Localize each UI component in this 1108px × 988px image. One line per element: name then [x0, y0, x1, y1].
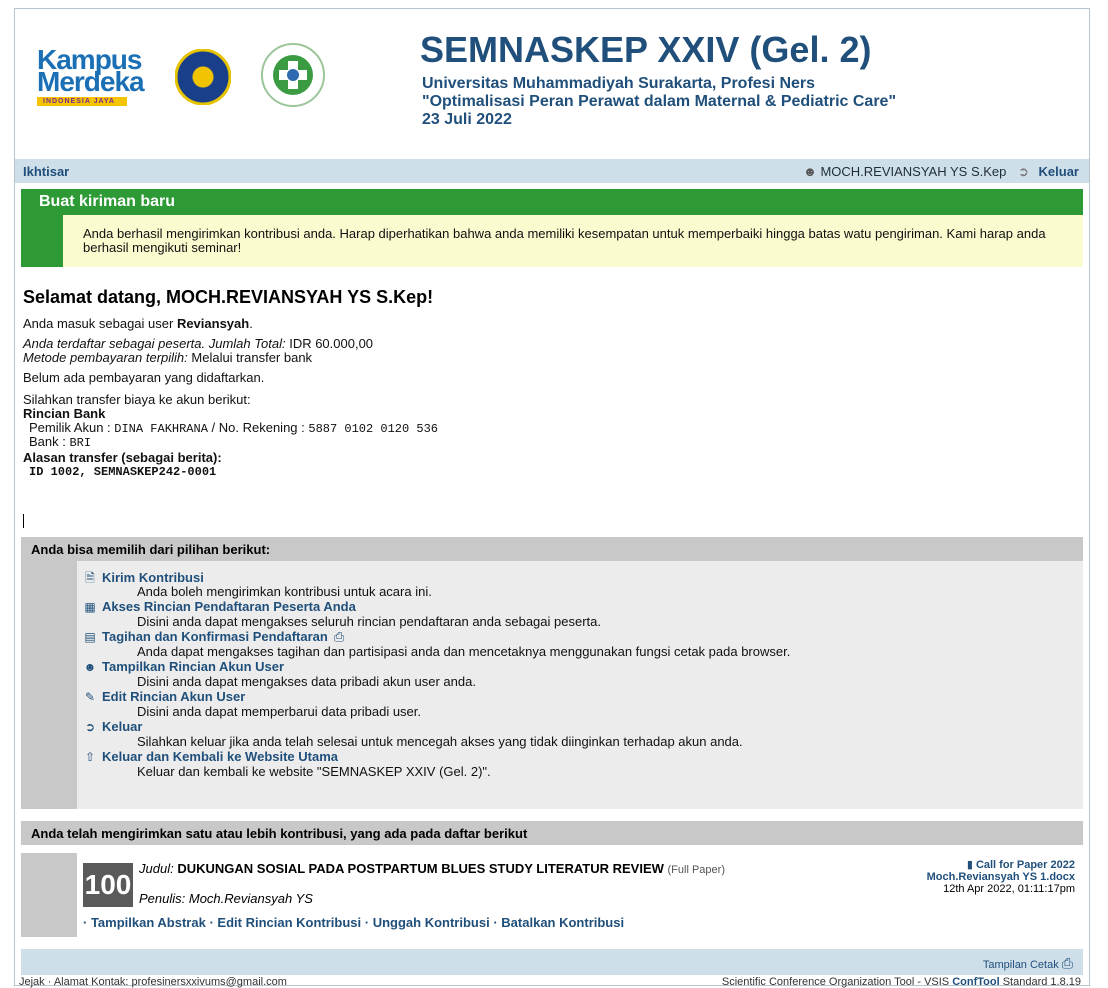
submissions-heading: Anda telah mengirimkan satu atau lebih k…: [21, 821, 1083, 845]
banner-title: Buat kiriman baru: [39, 193, 176, 210]
payment-method: Metode pembayaran terpilih: Melalui tran…: [23, 350, 313, 365]
submission-track[interactable]: Call for Paper 2022: [976, 859, 1075, 871]
submission-item: 100 Judul: DUKUNGAN SOSIAL PADA POSTPART…: [77, 853, 1083, 937]
submission-title-line: Judul: DUKUNGAN SOSIAL PADA POSTPARTUM B…: [139, 861, 725, 876]
submission-file-link[interactable]: Moch.Reviansyah YS 1.docx: [927, 871, 1075, 883]
current-user-name: MOCH.REVIANSYAH YS S.Kep: [820, 164, 1007, 179]
submission-id-badge: 100: [83, 863, 133, 907]
submissions-panel: 100 Judul: DUKUNGAN SOSIAL PADA POSTPART…: [21, 853, 1083, 937]
registration-total: Anda terdaftar sebagai peserta. Jumlah T…: [23, 336, 374, 351]
user-edit-icon: ✎: [84, 690, 96, 704]
home-exit-icon: ⇧: [84, 750, 96, 764]
print-icon[interactable]: ⎙: [334, 629, 344, 644]
header: Kampus Merdeka INDONESIA JAYA SEMNASKEP …: [15, 9, 1089, 159]
top-nav-bar: Ikhtisar ☻ MOCH.REVIANSYAH YS S.Kep ➲ Ke…: [15, 159, 1089, 183]
user-info: ☻ MOCH.REVIANSYAH YS S.Kep ➲ Keluar: [803, 164, 1079, 180]
login-username: Reviansyah: [176, 316, 250, 331]
new-submission-banner: Buat kiriman baru: [21, 189, 1083, 215]
transfer-reason-value: ID 1002, SEMNASKEP242-0001: [29, 465, 217, 479]
transfer-reason-title: Alasan transfer (sebagai berita):: [23, 450, 222, 465]
options-heading: Anda bisa memilih dari pilihan berikut:: [21, 537, 1083, 561]
page-title: SEMNASKEP XXIV (Gel. 2): [420, 29, 872, 70]
submission-title[interactable]: DUKUNGAN SOSIAL PADA POSTPARTUM BLUES ST…: [177, 861, 664, 876]
option-logout-home[interactable]: ⇧ Keluar dan Kembali ke Website Utama: [83, 749, 338, 764]
success-message: Anda berhasil mengirimkan kontribusi and…: [83, 226, 1046, 255]
overview-link[interactable]: Ikhtisar: [23, 164, 69, 179]
document-icon: 🗎: [85, 571, 95, 585]
page-frame: Kampus Merdeka INDONESIA JAYA SEMNASKEP …: [14, 8, 1090, 988]
submission-author: Moch.Reviansyah YS: [188, 891, 313, 906]
edit-contribution-link[interactable]: Edit Rincian Kontribusi: [217, 915, 361, 930]
logout-link[interactable]: Keluar: [1039, 164, 1079, 179]
option-desc: Silahkan keluar jika anda telah selesai …: [137, 734, 743, 749]
option-invoice[interactable]: ▤ Tagihan dan Konfirmasi Pendaftaran ⎙: [83, 629, 344, 645]
user-search-icon: ☻: [83, 660, 97, 674]
option-edit-account[interactable]: ✎ Edit Rincian Akun User: [83, 689, 245, 704]
bank-details-title: Rincian Bank: [23, 406, 106, 421]
muhammadiyah-logo: [175, 49, 231, 105]
welcome-heading: Selamat datang, MOCH.REVIANSYAH YS S.Kep…: [23, 287, 434, 307]
profesi-ners-logo: [261, 43, 325, 107]
bank-name-line: Bank : BRI: [29, 434, 92, 451]
invoice-icon: ▤: [84, 630, 96, 644]
footer-contact: Jejak · Alamat Kontak: profesinersxxivum…: [19, 976, 287, 988]
user-icon: ☻: [803, 164, 817, 179]
option-desc: Keluar dan kembali ke website "SEMNASKEP…: [137, 764, 491, 779]
bottom-bar: Tampilan Cetak ⎙: [21, 949, 1083, 975]
options-panel: 🗎 Kirim Kontribusi Anda boleh mengirimkan…: [21, 561, 1083, 809]
option-registration-details[interactable]: ▦ Akses Rincian Pendaftaran Peserta Anda: [83, 599, 356, 614]
printer-icon[interactable]: ⎙: [1062, 955, 1073, 971]
text-cursor: [23, 514, 24, 528]
print-view-link[interactable]: Tampilan Cetak ⎙: [983, 955, 1073, 972]
submission-actions: · Tampilkan Abstrak · Edit Rincian Kontr…: [83, 915, 625, 930]
footer-credit: Scientific Conference Organization Tool …: [721, 976, 1081, 988]
file-icon: ▮: [966, 859, 973, 871]
id-card-icon: ▦: [84, 600, 96, 614]
payment-status: Belum ada pembayaran yang didaftarkan.: [23, 370, 265, 385]
logout-icon: ➲: [1018, 164, 1029, 179]
bank-account-line: Pemilik Akun : DINA FAKHRANA / No. Reken…: [29, 420, 438, 437]
option-desc: Anda dapat mengakses tagihan dan partisi…: [137, 644, 791, 659]
option-logout[interactable]: ➲ Keluar: [83, 719, 143, 734]
logout-icon: ➲: [84, 720, 96, 734]
submission-file-info: ▮ Call for Paper 2022 Moch.Reviansyah YS…: [927, 859, 1075, 895]
submission-type: (Full Paper): [667, 864, 725, 876]
upload-contribution-link[interactable]: Unggah Kontribusi: [373, 915, 490, 930]
success-notice: Anda berhasil mengirimkan kontribusi and…: [21, 215, 1083, 267]
kampus-merdeka-logo: Kampus Merdeka INDONESIA JAYA: [37, 44, 145, 106]
option-desc: Anda boleh mengirimkan kontribusi untuk …: [137, 584, 432, 599]
option-view-account[interactable]: ☻ Tampilkan Rincian Akun User: [83, 659, 284, 674]
submission-date: 12th Apr 2022, 01:11:17pm: [943, 883, 1075, 895]
event-subtitle: Universitas Muhammadiyah Surakarta, Prof…: [422, 75, 897, 128]
login-info: Anda masuk sebagai user Reviansyah.: [23, 316, 253, 331]
show-abstract-link[interactable]: Tampilkan Abstrak: [91, 915, 206, 930]
option-desc: Disini anda dapat mengakses data pribadi…: [137, 674, 476, 689]
option-desc: Disini anda dapat mengakses seluruh rinc…: [137, 614, 601, 629]
cancel-contribution-link[interactable]: Batalkan Kontribusi: [501, 915, 624, 930]
submission-author-line: Penulis: Moch.Reviansyah YS: [139, 891, 313, 906]
transfer-instruction: Silahkan transfer biaya ke akun berikut:: [23, 392, 251, 407]
option-desc: Disini anda dapat memperbarui data priba…: [137, 704, 422, 719]
conftool-link[interactable]: ConfTool: [952, 976, 999, 988]
